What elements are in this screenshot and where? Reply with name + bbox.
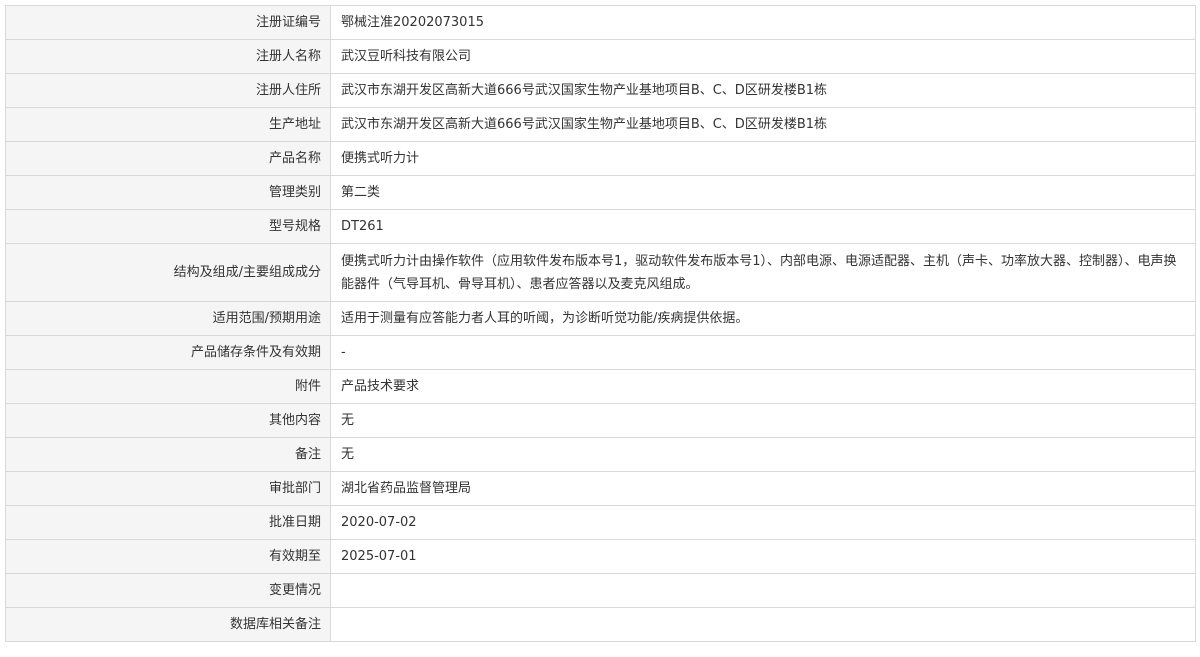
table-row: 生产地址 武汉市东湖开发区高新大道666号武汉国家生物产业基地项目B、C、D区研… — [5, 107, 1196, 142]
field-value-change-history — [330, 573, 1196, 608]
field-value-production-address: 武汉市东湖开发区高新大道666号武汉国家生物产业基地项目B、C、D区研发楼B1栋 — [330, 107, 1196, 142]
field-value-approval-date: 2020-07-02 — [330, 505, 1196, 540]
table-row: 注册证编号 鄂械注准20202073015 — [5, 5, 1196, 40]
table-row: 其他内容 无 — [5, 403, 1196, 438]
field-value-database-notes — [330, 607, 1196, 642]
field-label-change-history: 变更情况 — [5, 573, 331, 608]
table-row: 注册人住所 武汉市东湖开发区高新大道666号武汉国家生物产业基地项目B、C、D区… — [5, 73, 1196, 108]
field-label-database-notes: 数据库相关备注 — [5, 607, 331, 642]
field-value-management-category: 第二类 — [330, 175, 1196, 210]
field-label-valid-until: 有效期至 — [5, 539, 331, 574]
field-value-attachment: 产品技术要求 — [330, 369, 1196, 404]
field-label-remarks: 备注 — [5, 437, 331, 472]
field-label-intended-use: 适用范围/预期用途 — [5, 301, 331, 336]
field-value-valid-until: 2025-07-01 — [330, 539, 1196, 574]
field-label-attachment: 附件 — [5, 369, 331, 404]
table-row: 型号规格 DT261 — [5, 209, 1196, 244]
table-row: 注册人名称 武汉豆听科技有限公司 — [5, 39, 1196, 74]
table-row: 结构及组成/主要组成成分 便携式听力计由操作软件（应用软件发布版本号1，驱动软件… — [5, 243, 1196, 302]
field-label-registrant-name: 注册人名称 — [5, 39, 331, 74]
table-row: 有效期至 2025-07-01 — [5, 539, 1196, 574]
field-value-registrant-name: 武汉豆听科技有限公司 — [330, 39, 1196, 74]
table-row: 变更情况 — [5, 573, 1196, 608]
field-label-structure-composition: 结构及组成/主要组成成分 — [5, 243, 331, 302]
registration-record-table: 注册证编号 鄂械注准20202073015 注册人名称 武汉豆听科技有限公司 注… — [5, 5, 1196, 642]
table-row: 审批部门 湖北省药品监督管理局 — [5, 471, 1196, 506]
table-row: 备注 无 — [5, 437, 1196, 472]
field-value-intended-use: 适用于测量有应答能力者人耳的听阈，为诊断听觉功能/疾病提供依据。 — [330, 301, 1196, 336]
field-label-registrant-address: 注册人住所 — [5, 73, 331, 108]
field-label-product-name: 产品名称 — [5, 141, 331, 176]
field-value-remarks: 无 — [330, 437, 1196, 472]
field-label-registration-number: 注册证编号 — [5, 5, 331, 40]
field-value-registrant-address: 武汉市东湖开发区高新大道666号武汉国家生物产业基地项目B、C、D区研发楼B1栋 — [330, 73, 1196, 108]
field-label-production-address: 生产地址 — [5, 107, 331, 142]
field-value-approval-department: 湖北省药品监督管理局 — [330, 471, 1196, 506]
field-label-approval-date: 批准日期 — [5, 505, 331, 540]
field-value-structure-composition: 便携式听力计由操作软件（应用软件发布版本号1，驱动软件发布版本号1）、内部电源、… — [330, 243, 1196, 302]
table-row: 数据库相关备注 — [5, 607, 1196, 642]
table-row: 产品名称 便携式听力计 — [5, 141, 1196, 176]
field-label-approval-department: 审批部门 — [5, 471, 331, 506]
field-label-management-category: 管理类别 — [5, 175, 331, 210]
table-row: 管理类别 第二类 — [5, 175, 1196, 210]
field-value-model-spec: DT261 — [330, 209, 1196, 244]
field-value-product-name: 便携式听力计 — [330, 141, 1196, 176]
field-label-other-content: 其他内容 — [5, 403, 331, 438]
field-label-storage-validity: 产品储存条件及有效期 — [5, 335, 331, 370]
table-row: 批准日期 2020-07-02 — [5, 505, 1196, 540]
field-value-storage-validity: - — [330, 335, 1196, 370]
table-row: 适用范围/预期用途 适用于测量有应答能力者人耳的听阈，为诊断听觉功能/疾病提供依… — [5, 301, 1196, 336]
field-value-other-content: 无 — [330, 403, 1196, 438]
table-row: 附件 产品技术要求 — [5, 369, 1196, 404]
table-row: 产品储存条件及有效期 - — [5, 335, 1196, 370]
field-label-model-spec: 型号规格 — [5, 209, 331, 244]
field-value-registration-number: 鄂械注准20202073015 — [330, 5, 1196, 40]
